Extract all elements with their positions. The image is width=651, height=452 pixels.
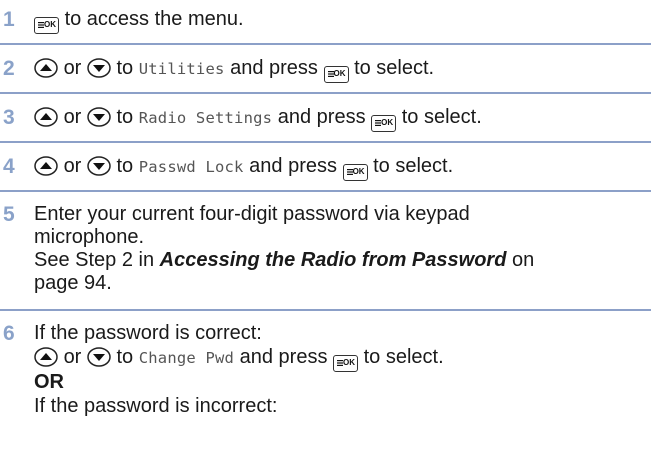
divider [0, 92, 651, 94]
up-key-icon [34, 347, 58, 367]
divider [0, 190, 651, 192]
divider [0, 43, 651, 45]
menu-ok-key-icon: OK [34, 17, 59, 34]
step-number: 5 [3, 203, 15, 226]
divider [0, 141, 651, 143]
step-text-line: page 94. [34, 272, 112, 294]
down-key-icon [87, 107, 111, 127]
step-text: or to Utilities and press OK to select. [34, 55, 434, 83]
down-key-icon [87, 58, 111, 78]
up-key-icon [34, 107, 58, 127]
step-text: or to Change Pwd and press OK to select. [34, 344, 444, 372]
step-number: 1 [3, 8, 15, 31]
menu-ok-key-icon: OK [323, 66, 349, 83]
down-key-icon [87, 347, 111, 367]
menu-item-name: Utilities [138, 60, 225, 78]
up-key-icon [34, 156, 58, 176]
menu-ok-key-icon: OK [333, 355, 359, 372]
step-text-line: If the password is correct: [34, 322, 262, 344]
step-text: or to Passwd Lock and press OK to select… [34, 153, 453, 181]
menu-ok-key-icon: OK [371, 115, 397, 132]
menu-item-name: Radio Settings [138, 109, 273, 127]
menu-ok-key-icon: OK [342, 164, 368, 181]
step-number: 4 [3, 155, 15, 178]
step-text: OK to access the menu. [34, 6, 244, 34]
menu-item-name: Passwd Lock [138, 158, 244, 176]
menu-item-name: Change Pwd [138, 349, 235, 367]
up-key-icon [34, 58, 58, 78]
step-number: 6 [3, 322, 15, 345]
step-number: 2 [3, 57, 15, 80]
cross-reference-link: Accessing the Radio from Password [159, 249, 507, 271]
down-key-icon [87, 156, 111, 176]
or-label: OR [34, 371, 64, 393]
step-text: or to Radio Settings and press OK to sel… [34, 104, 482, 132]
divider [0, 309, 651, 311]
step-number: 3 [3, 106, 15, 129]
step-text-line: If the password is incorrect: [34, 395, 278, 417]
